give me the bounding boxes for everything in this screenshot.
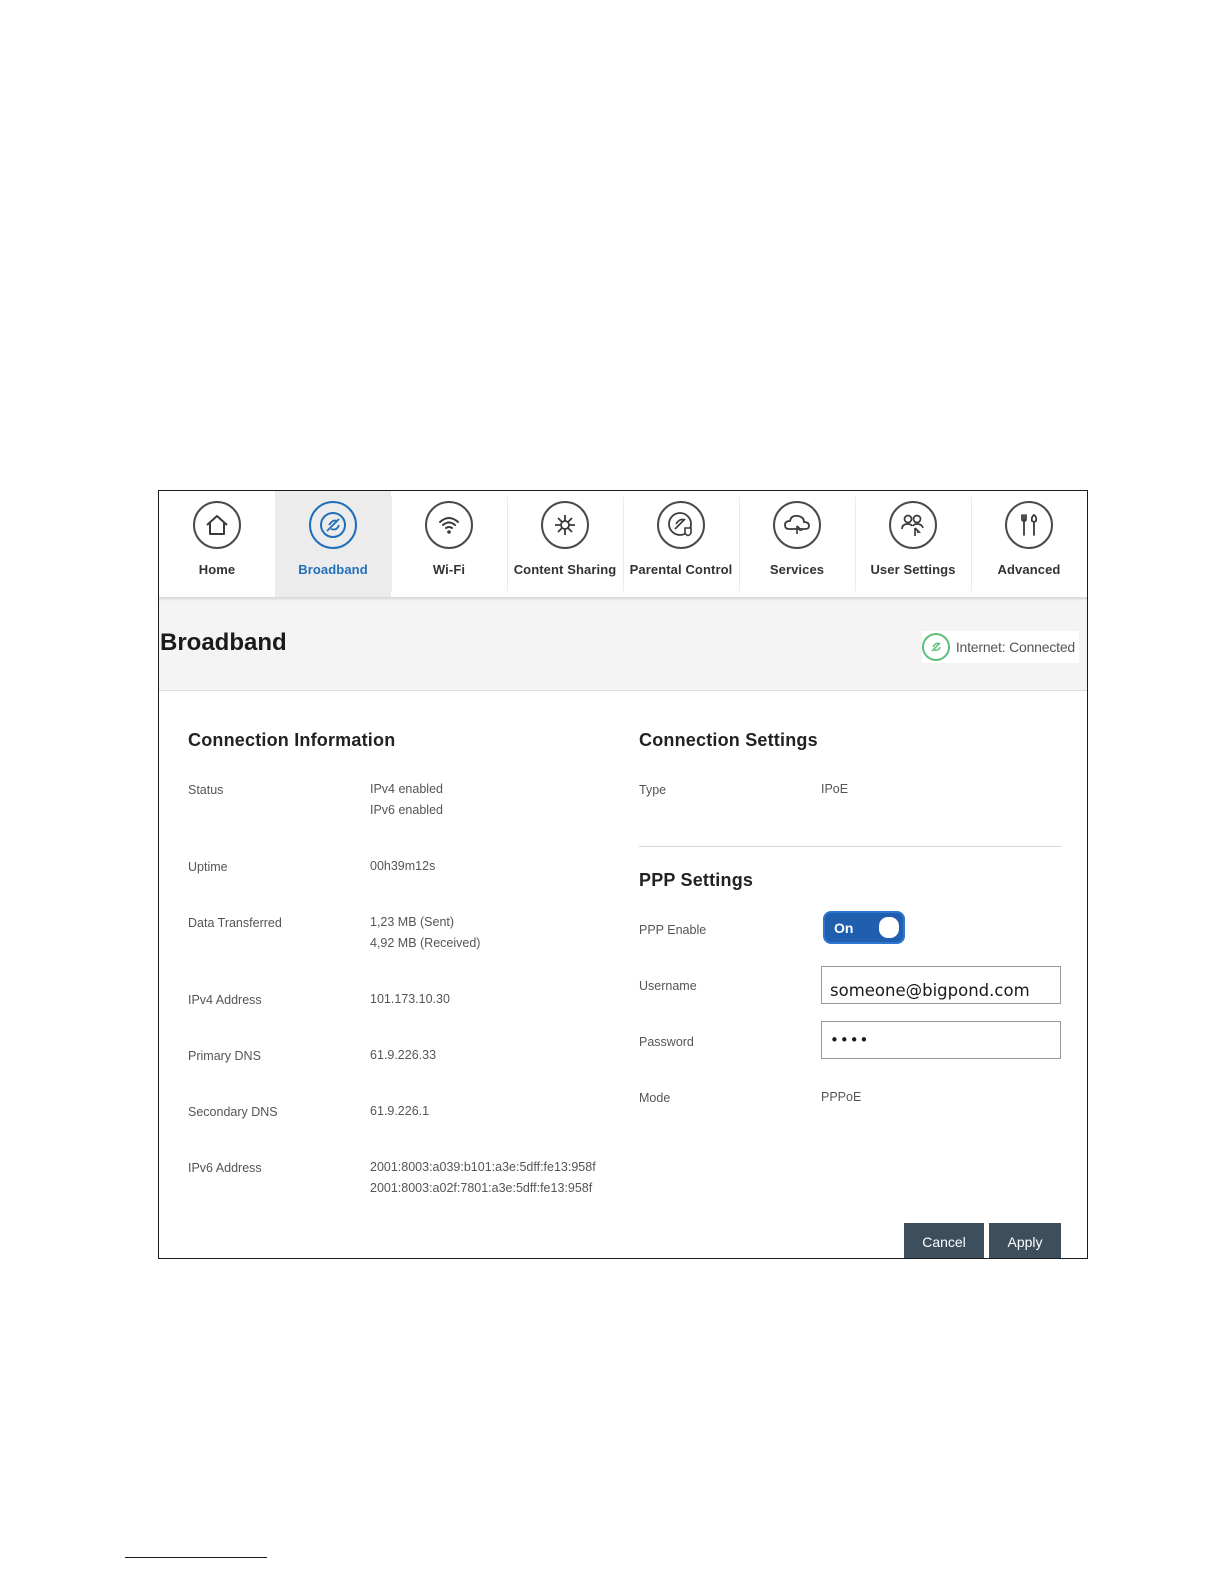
type-label: Type [639,783,667,797]
password-label: Password [639,1035,694,1049]
ppp-enable-toggle[interactable]: On [823,911,905,944]
nav-label: Advanced [997,562,1061,577]
services-icon [773,501,821,549]
advanced-icon [1005,501,1053,549]
user-settings-icon [889,501,937,549]
broadband-icon [309,501,357,549]
page-header: Broadband Internet: Connected [159,601,1087,691]
apply-button[interactable]: Apply [989,1223,1061,1258]
nav-item-broadband[interactable]: Broadband [275,491,391,597]
data-sent: 1,23 MB (Sent) [370,915,455,929]
primary-dns-label: Primary DNS [188,1049,261,1063]
content-sharing-icon [541,501,589,549]
ipv4-address-label: IPv4 Address [188,993,262,1007]
nav-item-advanced[interactable]: Advanced [971,491,1087,597]
data-received: 4,92 MB (Received) [370,936,481,950]
nav-label: Services [769,562,825,577]
parental-control-icon [657,501,705,549]
ipv6-status: IPv6 enabled [370,803,443,817]
ipv6-address-1: 2001:8003:a039:b101:a3e:5dff:fe13:958f [370,1160,596,1174]
data-transferred-label: Data Transferred [188,916,282,930]
ipv6-address-2: 2001:8003:a02f:7801:a3e:5dff:fe13:958f [370,1181,593,1195]
ipv4-status: IPv4 enabled [370,782,443,796]
status-value: IPv4 enabled IPv6 enabled [370,779,443,821]
ppp-enable-label: PPP Enable [639,923,707,937]
password-field[interactable] [821,1021,1061,1059]
type-value: IPoE [821,782,849,796]
nav-item-services[interactable]: Services [739,491,855,597]
footnote-divider [125,1557,267,1558]
nav-label: User Settings [870,562,956,577]
section-divider [639,846,1062,847]
uptime-value: 00h39m12s [370,859,436,873]
nav-item-wifi[interactable]: Wi-Fi [391,491,507,597]
ipv6-address-value: 2001:8003:a039:b101:a3e:5dff:fe13:958f 2… [370,1157,596,1199]
nav-item-content-sharing[interactable]: Content Sharing [507,491,623,597]
page-title: Broadband [160,629,287,656]
wifi-icon [425,501,473,549]
internet-status-text: Internet: Connected [955,639,1075,655]
nav-item-user-settings[interactable]: User Settings [855,491,971,597]
nav-item-home[interactable]: Home [159,491,275,597]
secondary-dns-label: Secondary DNS [188,1105,278,1119]
toggle-state-label: On [834,920,854,936]
data-transferred-value: 1,23 MB (Sent) 4,92 MB (Received) [370,912,480,954]
nav-label: Parental Control [629,562,733,577]
uptime-label: Uptime [188,860,228,874]
cancel-button[interactable]: Cancel [904,1223,984,1258]
internet-status-badge: Internet: Connected [921,631,1079,663]
ipv6-address-label: IPv6 Address [188,1161,262,1175]
primary-dns-value: 61.9.226.33 [370,1048,437,1062]
connection-settings-title: Connection Settings [639,730,818,750]
connection-information-title: Connection Information [188,730,396,750]
username-field[interactable] [821,966,1061,1004]
nav-label: Wi-Fi [432,562,466,577]
main-nav: Home Broadband Wi-Fi Content Sharing Par… [159,491,1087,597]
nav-label: Content Sharing [513,562,617,577]
ppp-settings-title: PPP Settings [639,870,754,890]
username-label: Username [639,979,697,993]
mode-value: PPPoE [821,1090,862,1104]
home-icon [193,501,241,549]
mode-label: Mode [639,1091,671,1105]
status-label: Status [188,783,224,797]
nav-label: Home [198,562,236,577]
nav-label: Broadband [298,562,368,577]
nav-item-parental-control[interactable]: Parental Control [623,491,739,597]
connected-icon [921,633,950,661]
ipv4-address-value: 101.173.10.30 [370,992,450,1006]
toggle-knob [879,917,899,938]
router-admin-window: Home Broadband Wi-Fi Content Sharing Par… [158,490,1088,1259]
secondary-dns-value: 61.9.226.1 [370,1104,430,1118]
